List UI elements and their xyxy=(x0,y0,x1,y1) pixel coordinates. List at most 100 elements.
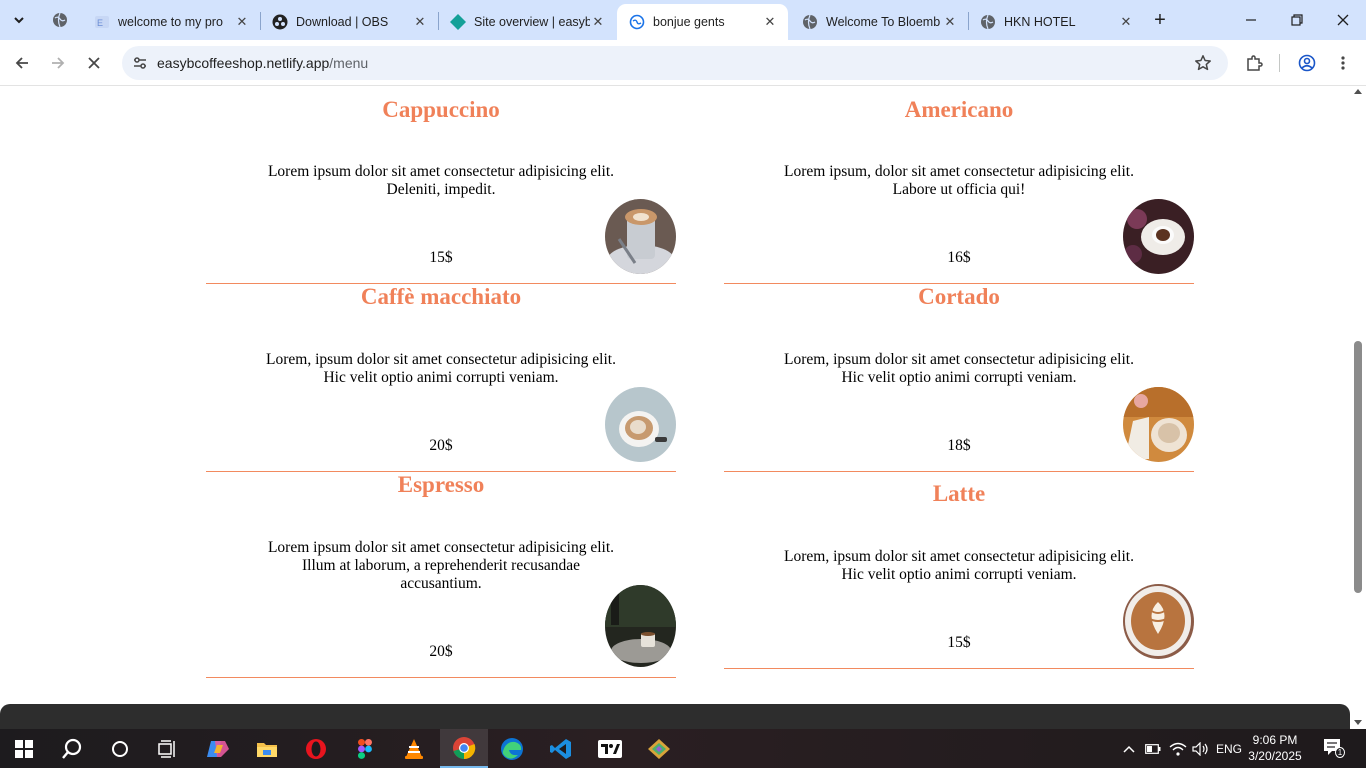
tab-obs[interactable]: Download | OBS ✕ xyxy=(260,4,438,40)
tab-hkn-hotel[interactable]: HKN HOTEL ✕ xyxy=(968,4,1144,40)
close-icon[interactable]: ✕ xyxy=(590,14,606,30)
menu-item-description: Lorem ipsum dolor sit amet consectetur a… xyxy=(267,539,615,592)
menu-item-description: Lorem, ipsum dolor sit amet consectetur … xyxy=(266,351,616,386)
menu-item-name: Cortado xyxy=(918,284,1000,309)
menu-item-price: 20$ xyxy=(429,643,453,660)
page-scrollbar[interactable] xyxy=(1350,87,1366,729)
site-info-icon[interactable] xyxy=(130,53,150,73)
pinned-app[interactable] xyxy=(635,729,683,768)
edge-app[interactable] xyxy=(488,729,536,768)
vlc-app[interactable] xyxy=(390,729,438,768)
scroll-down-arrow-icon[interactable] xyxy=(1354,720,1362,725)
new-tab-button[interactable]: + xyxy=(1148,8,1172,32)
vlc-icon xyxy=(405,738,423,759)
scroll-thumb[interactable] xyxy=(1354,341,1362,593)
espresso-image xyxy=(605,585,676,667)
cortana-button[interactable] xyxy=(96,729,144,768)
menu-item-name: Caffè macchiato xyxy=(360,284,522,309)
url-path: /menu xyxy=(329,55,369,71)
cappuccino-image xyxy=(605,199,676,274)
url-host: easybcoffeeshop.netlify.app xyxy=(157,55,330,71)
tradingview-app[interactable] xyxy=(586,729,634,768)
file-explorer-app[interactable] xyxy=(243,729,291,768)
copilot-app[interactable] xyxy=(194,729,242,768)
battery-button[interactable] xyxy=(1142,729,1164,768)
clock-date: 3/20/2025 xyxy=(1248,749,1302,763)
restore-button[interactable] xyxy=(1274,0,1320,40)
loading-globe-icon xyxy=(629,14,645,30)
figma-app[interactable] xyxy=(341,729,389,768)
menu-item-espresso: Espresso Lorem ipsum dolor sit amet cons… xyxy=(206,472,676,678)
tab-title: welcome to my pro xyxy=(118,15,223,29)
windows-logo-icon xyxy=(15,739,33,758)
close-icon[interactable]: ✕ xyxy=(942,14,958,30)
action-center-button[interactable]: 1 xyxy=(1322,738,1345,758)
volume-button[interactable] xyxy=(1190,729,1212,768)
forward-button[interactable] xyxy=(44,49,72,77)
cortana-icon xyxy=(112,740,128,757)
page-footer xyxy=(0,704,1350,729)
menu-item-description: Lorem, ipsum dolor sit amet consectetur … xyxy=(784,351,1134,386)
vscode-icon xyxy=(550,738,571,759)
close-window-button[interactable] xyxy=(1320,0,1366,40)
bookmark-star-icon[interactable] xyxy=(1192,52,1214,74)
clock-time: 9:06 PM xyxy=(1252,733,1298,747)
windows-taskbar: ENG 9:06 PM 3/20/2025 1 xyxy=(0,729,1366,768)
address-bar[interactable]: easybcoffeeshop.netlify.app/menu xyxy=(122,46,1228,80)
network-button[interactable] xyxy=(1166,729,1190,768)
notification-badge: 1 xyxy=(1335,747,1345,758)
close-icon[interactable]: ✕ xyxy=(234,14,250,30)
tab-bonjue-gents[interactable]: bonjue gents ✕ xyxy=(617,4,788,40)
tab-bloemb[interactable]: Welcome To Bloemb ✕ xyxy=(790,4,968,40)
chrome-icon xyxy=(453,736,476,759)
scroll-up-arrow-icon[interactable] xyxy=(1354,89,1362,94)
toolbar-divider xyxy=(1279,54,1280,72)
menu-item-name: Espresso xyxy=(397,472,485,497)
opera-icon xyxy=(306,738,326,759)
page-viewport: Cappuccino Lorem ipsum dolor sit amet co… xyxy=(0,87,1350,729)
taskbar-clock[interactable]: 9:06 PM 3/20/2025 xyxy=(1242,732,1308,764)
chrome-app[interactable] xyxy=(440,729,488,768)
menu-item-price: 15$ xyxy=(947,634,971,651)
tab-welcome[interactable]: E welcome to my pro ✕ xyxy=(82,4,260,40)
wifi-icon xyxy=(1169,742,1187,756)
search-icon xyxy=(62,738,82,759)
extensions-button[interactable] xyxy=(1240,49,1268,77)
americano-image xyxy=(1123,199,1194,274)
puzzle-icon xyxy=(1247,55,1263,71)
file-explorer-icon xyxy=(257,742,277,757)
pinned-tab[interactable] xyxy=(50,10,70,30)
input-language-button[interactable]: ENG xyxy=(1212,729,1246,768)
task-view-button[interactable] xyxy=(144,729,192,768)
stop-loading-button[interactable] xyxy=(80,49,108,77)
start-button[interactable] xyxy=(0,729,48,768)
menu-item-price: 18$ xyxy=(947,437,971,454)
opera-app[interactable] xyxy=(292,729,340,768)
menu-item-caffe-macchiato: Caffè macchiato Lorem, ipsum dolor sit a… xyxy=(206,284,676,472)
browser-toolbar: easybcoffeeshop.netlify.app/menu xyxy=(0,40,1366,86)
close-icon[interactable]: ✕ xyxy=(412,14,428,30)
restore-icon xyxy=(1291,14,1303,26)
vscode-app[interactable] xyxy=(537,729,585,768)
minimize-button[interactable] xyxy=(1228,0,1274,40)
menu-item-name: Cappuccino xyxy=(382,97,500,122)
show-hidden-icons-button[interactable] xyxy=(1118,729,1140,768)
profile-button[interactable] xyxy=(1293,49,1321,77)
chevron-up-icon xyxy=(1123,745,1135,753)
menu-item-description: Lorem ipsum dolor sit amet consectetur a… xyxy=(267,163,615,198)
menu-button[interactable] xyxy=(1329,49,1357,77)
back-button[interactable] xyxy=(8,49,36,77)
speaker-icon xyxy=(1192,741,1208,756)
close-icon[interactable]: ✕ xyxy=(1118,14,1134,30)
tab-search-button[interactable] xyxy=(6,7,32,33)
latte-image xyxy=(1123,584,1194,659)
url-text[interactable]: easybcoffeeshop.netlify.app/menu xyxy=(157,55,368,71)
menu-item-cortado: Cortado Lorem, ipsum dolor sit amet cons… xyxy=(724,284,1194,472)
copilot-icon xyxy=(207,740,229,757)
close-icon[interactable]: ✕ xyxy=(762,14,778,30)
taskbar-search-button[interactable] xyxy=(48,729,96,768)
menu-item-name: Latte xyxy=(932,481,986,506)
menu-item-description: Lorem, ipsum dolor sit amet consectetur … xyxy=(784,548,1134,583)
tradingview-icon xyxy=(598,739,622,758)
tab-site-overview[interactable]: Site overview | easyb ✕ xyxy=(438,4,616,40)
